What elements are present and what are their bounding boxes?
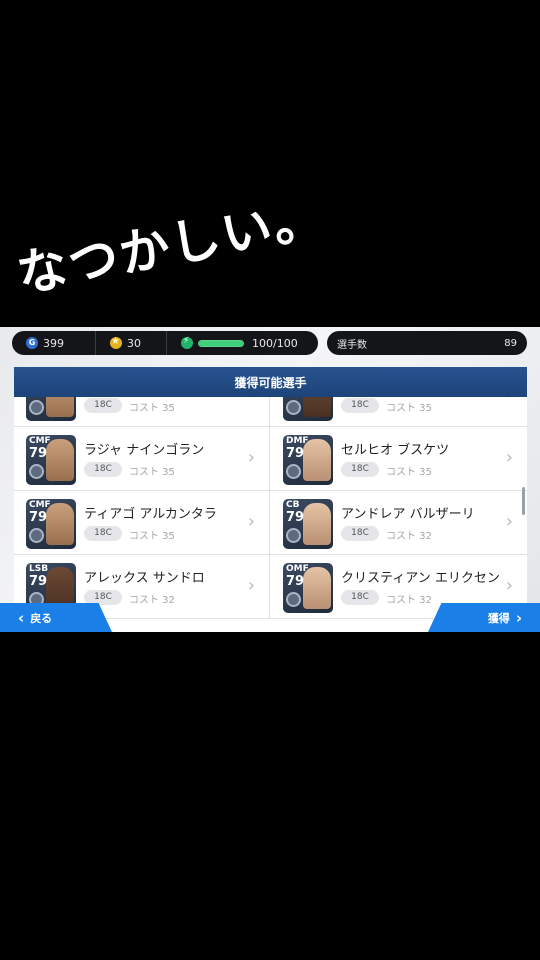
screen: なつかしい。 G 399 30 100/100 選手数 89 獲得可能選手 [0, 0, 540, 960]
energy-icon [181, 336, 193, 349]
player-level: 18C [341, 590, 379, 605]
chevron-right-icon: › [505, 511, 513, 532]
player-card [283, 397, 333, 421]
player-card: OMF 79 [283, 563, 333, 613]
player-cost: コスト 35 [386, 403, 432, 414]
player-position: DMF [286, 436, 309, 446]
player-card: CB 79 [283, 499, 333, 549]
player-count-value: 89 [504, 337, 517, 349]
team-badge-icon [29, 400, 44, 415]
coin-value: 30 [127, 336, 141, 350]
player-card: CMF 79 [26, 435, 76, 485]
energy-bar-fill [199, 340, 243, 346]
player-name: アレックス サンドロ [84, 571, 205, 586]
player-position: LSB [29, 564, 49, 574]
back-button[interactable]: ‹ 戻る [0, 603, 112, 632]
player-count-label: 選手数 [337, 339, 367, 351]
player-rating: 79 [286, 446, 305, 461]
chevron-right-icon: › [515, 608, 522, 627]
player-level: 18C [84, 590, 122, 605]
player-rating: 79 [29, 510, 48, 525]
energy-value: 100/100 [252, 336, 298, 350]
list-scrollbar[interactable] [522, 487, 525, 515]
player-cell[interactable]: 18C コスト 35 › [14, 397, 270, 427]
list-title: 獲得可能選手 [14, 367, 527, 397]
player-cost: コスト 35 [129, 467, 175, 478]
player-cost: コスト 35 [386, 467, 432, 478]
acquire-button-label: 獲得 [487, 611, 510, 625]
player-portrait [46, 567, 74, 609]
player-cell[interactable]: CMF 79 ラジャ ナインゴラン 18C コスト 35 › [14, 427, 270, 491]
player-position: OMF [286, 564, 309, 574]
game-screen: G 399 30 100/100 選手数 89 獲得可能選手 [0, 327, 540, 632]
list-row: 18C コスト 35 › 18C コスト 35 › [14, 397, 527, 427]
player-rating: 79 [286, 574, 305, 589]
chevron-right-icon: › [247, 575, 255, 596]
player-level: 18C [84, 462, 122, 477]
list-row: CMF 79 ティアゴ アルカンタラ 18C コスト 35 › CB 79 アン… [14, 491, 527, 555]
player-portrait [303, 397, 331, 417]
caption-text: なつかしい。 [12, 187, 330, 305]
chevron-right-icon: › [506, 397, 513, 404]
player-cell[interactable]: CB 79 アンドレア バルザーリ 18C コスト 32 › [271, 491, 527, 555]
team-badge-icon [286, 592, 301, 607]
player-position: CMF [29, 436, 51, 446]
player-name: クリスティアン エリクセン [341, 571, 500, 586]
team-badge-icon [29, 464, 44, 479]
gp-value: 399 [43, 336, 64, 350]
player-rating: 79 [286, 510, 305, 525]
team-badge-icon [286, 464, 301, 479]
player-position: CB [286, 500, 300, 510]
player-card: CMF 79 [26, 499, 76, 549]
player-level: 18C [84, 526, 122, 541]
energy-meter: 100/100 [166, 331, 318, 355]
player-cost: コスト 32 [129, 595, 175, 606]
player-cell[interactable]: 18C コスト 35 › [271, 397, 527, 427]
gold-coin-icon [110, 336, 122, 349]
chevron-right-icon: › [247, 511, 255, 532]
player-cost: コスト 35 [129, 403, 175, 414]
player-portrait [46, 397, 74, 417]
resource-bar: G 399 30 100/100 [12, 331, 318, 355]
player-rating: 79 [29, 446, 48, 461]
player-cost: コスト 32 [386, 531, 432, 542]
chevron-left-icon: ‹ [18, 608, 25, 627]
player-position: CMF [29, 500, 51, 510]
player-rating: 79 [29, 574, 48, 589]
player-name: アンドレア バルザーリ [341, 507, 475, 522]
player-list[interactable]: 18C コスト 35 › 18C コスト 35 › [14, 397, 527, 632]
back-button-label: 戻る [30, 611, 53, 625]
player-name: セルヒオ ブスケツ [341, 443, 450, 458]
player-portrait [303, 503, 331, 545]
player-cost: コスト 35 [129, 531, 175, 542]
team-badge-icon [286, 400, 301, 415]
player-card [26, 397, 76, 421]
team-badge-icon [29, 528, 44, 543]
gp-coin-icon: G [26, 337, 38, 349]
player-count-bar: 選手数 89 [327, 331, 527, 355]
chevron-right-icon: › [248, 397, 255, 404]
chevron-right-icon: › [505, 575, 513, 596]
player-level: 18C [341, 462, 379, 477]
chevron-right-icon: › [505, 447, 513, 468]
player-cost: コスト 32 [386, 595, 432, 606]
player-level: 18C [84, 398, 122, 413]
energy-bar [198, 339, 244, 347]
list-row: CMF 79 ラジャ ナインゴラン 18C コスト 35 › DMF 79 セル… [14, 427, 527, 491]
player-level: 18C [341, 398, 379, 413]
player-cell[interactable]: DMF 79 セルヒオ ブスケツ 18C コスト 35 › [271, 427, 527, 491]
player-card: DMF 79 [283, 435, 333, 485]
caption-overlay: なつかしい。 [10, 175, 530, 305]
gp-balance: G 399 [12, 331, 95, 355]
team-badge-icon [286, 528, 301, 543]
coin-balance: 30 [95, 331, 166, 355]
player-cell[interactable]: CMF 79 ティアゴ アルカンタラ 18C コスト 35 › [14, 491, 270, 555]
player-name: ラジャ ナインゴラン [84, 443, 205, 458]
player-name: ティアゴ アルカンタラ [84, 507, 217, 522]
acquire-button[interactable]: 獲得 › [428, 603, 540, 632]
chevron-right-icon: › [247, 447, 255, 468]
player-level: 18C [341, 526, 379, 541]
